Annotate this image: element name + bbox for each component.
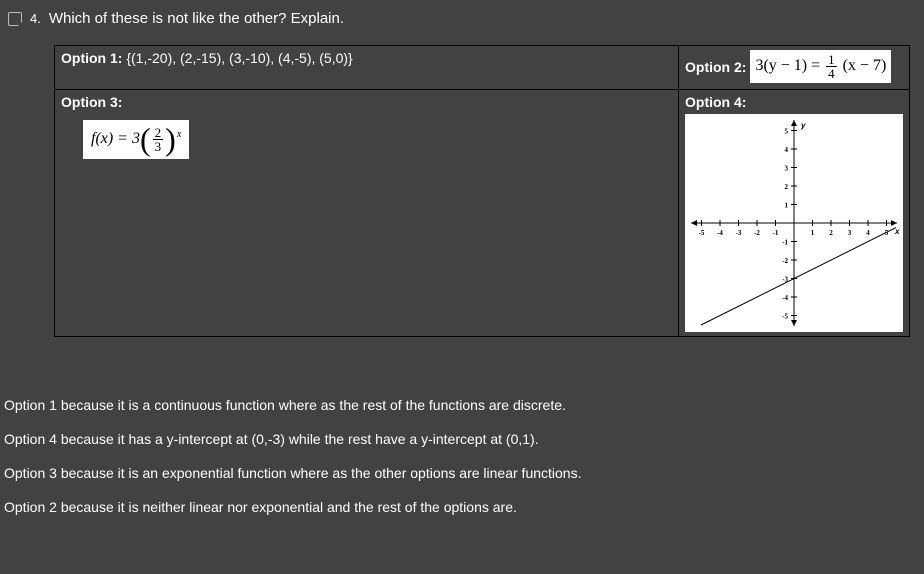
svg-text:-2: -2 bbox=[754, 229, 760, 237]
exponent: x bbox=[177, 129, 181, 140]
svg-text:-5: -5 bbox=[699, 229, 705, 237]
option-4-cell: Option 4: y x bbox=[679, 90, 910, 337]
svg-text:-2: -2 bbox=[782, 257, 788, 265]
svg-text:-5: -5 bbox=[782, 313, 788, 321]
svg-text:-3: -3 bbox=[782, 276, 788, 284]
svg-text:1: 1 bbox=[811, 229, 815, 237]
frac-den: 4 bbox=[826, 67, 837, 80]
svg-text:3: 3 bbox=[785, 165, 789, 173]
svg-text:y: y bbox=[800, 121, 806, 130]
option-3-cell: Option 3: f(x) = 3 ( 2 3 ) x bbox=[55, 90, 679, 337]
option-2-equation: 3(y − 1) = 1 4 (x − 7) bbox=[750, 50, 891, 83]
svg-text:-4: -4 bbox=[717, 229, 723, 237]
options-table: Option 1: {(1,-20), (2,-15), (3,-10), (4… bbox=[54, 45, 910, 337]
frac-num: 1 bbox=[826, 53, 837, 67]
option-1-label: Option 1: bbox=[61, 50, 122, 66]
option-1-value: {(1,-20), (2,-15), (3,-10), (4,-5), (5,0… bbox=[126, 50, 352, 66]
svg-text:-3: -3 bbox=[736, 229, 742, 237]
option-3-label: Option 3: bbox=[61, 94, 672, 110]
option-3-formula: f(x) = 3 ( 2 3 ) x bbox=[83, 120, 189, 159]
svg-text:-1: -1 bbox=[782, 239, 788, 247]
option-1-cell: Option 1: {(1,-20), (2,-15), (3,-10), (4… bbox=[55, 46, 679, 90]
answer-choice-4[interactable]: Option 2 because it is neither linear no… bbox=[4, 499, 920, 515]
answer-choice-1[interactable]: Option 1 because it is a continuous func… bbox=[4, 397, 920, 413]
option-2-cell: Option 2: 3(y − 1) = 1 4 (x − 7) bbox=[679, 46, 910, 90]
svg-text:-1: -1 bbox=[773, 229, 779, 237]
flag-icon[interactable] bbox=[8, 12, 22, 26]
answer-choices: Option 1 because it is a continuous func… bbox=[4, 397, 920, 515]
svg-text:2: 2 bbox=[829, 229, 833, 237]
eq-fraction: 1 4 bbox=[826, 53, 837, 80]
option-4-label: Option 4: bbox=[685, 94, 903, 110]
frac-num: 2 bbox=[153, 126, 164, 140]
svg-text:3: 3 bbox=[848, 229, 852, 237]
question-number: 4. bbox=[30, 11, 41, 26]
svg-text:5: 5 bbox=[785, 128, 789, 136]
question-text: Which of these is not like the other? Ex… bbox=[49, 10, 344, 27]
answer-choice-2[interactable]: Option 4 because it has a y-intercept at… bbox=[4, 431, 920, 447]
frac-den: 3 bbox=[153, 140, 164, 153]
option-4-graph: y x -5-4-3-2-112345-5-4-3-2-112345 bbox=[685, 114, 903, 332]
question-header: 4. Which of these is not like the other?… bbox=[8, 10, 920, 27]
svg-text:4: 4 bbox=[866, 229, 870, 237]
svg-text:4: 4 bbox=[785, 146, 789, 154]
svg-text:5: 5 bbox=[885, 229, 889, 237]
eq-left: 3(y − 1) = bbox=[755, 57, 820, 74]
svg-text:1: 1 bbox=[785, 202, 789, 210]
eq-right: (x − 7) bbox=[843, 57, 887, 74]
option-2-label: Option 2: bbox=[685, 59, 746, 75]
answer-choice-3[interactable]: Option 3 because it is an exponential fu… bbox=[4, 465, 920, 481]
graph-svg: y x -5-4-3-2-112345-5-4-3-2-112345 bbox=[685, 114, 903, 332]
svg-text:2: 2 bbox=[785, 183, 789, 191]
svg-text:-4: -4 bbox=[782, 294, 788, 302]
